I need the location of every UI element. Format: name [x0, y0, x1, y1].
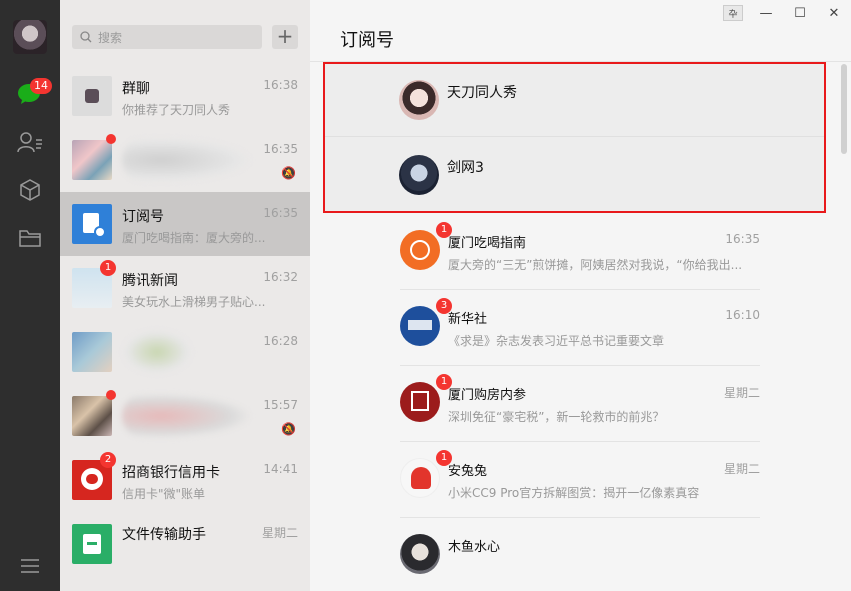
chat-time: 16:28 — [263, 334, 298, 348]
account-avatar — [400, 534, 440, 574]
pin-icon[interactable]: 卆 — [723, 5, 743, 21]
chat-time: 16:38 — [263, 78, 298, 92]
contacts-icon[interactable] — [16, 128, 44, 156]
chat-item-file-transfer[interactable]: 文件传输助手 星期二 — [60, 512, 310, 576]
account-preview: 深圳免征“豪宅税”，新一轮救市的前兆？ — [448, 410, 665, 424]
apps-cube-icon[interactable] — [16, 176, 44, 204]
search-input[interactable]: 搜索 — [72, 25, 262, 49]
chat-item[interactable]: 群聊 16:38 你推荐了天刀同人秀 — [60, 64, 310, 128]
account-time: 星期二 — [723, 386, 760, 400]
chat-item[interactable]: 1 腾讯新闻 16:32 美女玩水上滑梯男子贴心... — [60, 256, 310, 320]
search-icon — [80, 31, 92, 43]
maximize-button[interactable]: ☐ — [783, 0, 817, 26]
group-avatar — [72, 140, 112, 180]
group-avatar — [72, 396, 112, 436]
chat-preview: 信用卡"微"账单 — [122, 487, 206, 501]
account-time: 星期二 — [723, 462, 760, 476]
account-preview: 厦大旁的“三无”煎饼摊，阿姨居然对我说，“你给我出... — [448, 258, 743, 272]
chat-time: 星期二 — [261, 526, 298, 540]
mute-bell-icon: 🔕 — [281, 422, 296, 436]
contact-avatar — [72, 332, 112, 372]
unread-badge: 14 — [30, 78, 52, 94]
chat-preview: 厦门吃喝指南：厦大旁的... — [122, 231, 266, 245]
account-name: 木鱼水心 — [448, 540, 501, 555]
account-time: 16:35 — [725, 232, 760, 246]
nav-rail: 14 — [0, 0, 60, 591]
folder-icon[interactable] — [16, 224, 44, 252]
account-avatar — [400, 458, 440, 498]
account-preview: 《求是》杂志发表习近平总书记重要文章 — [448, 334, 665, 348]
blurred-content — [122, 138, 252, 182]
group-avatar — [72, 76, 112, 116]
account-preview: 小米CC9 Pro官方拆解图赏：揭开一亿像素真容 — [448, 486, 700, 500]
chat-item[interactable]: 16:35 🔕 — [60, 128, 310, 192]
account-item[interactable]: 1 厦门购房内参 星期二 深圳免征“豪宅税”，新一轮救市的前兆？ — [400, 366, 760, 442]
chat-time: 16:35 — [263, 206, 298, 220]
account-avatar — [400, 382, 440, 422]
account-avatar — [400, 230, 440, 270]
close-button[interactable]: ✕ — [817, 0, 851, 26]
account-name: 新华社 — [448, 312, 488, 327]
window-controls: 卆 — ☐ ✕ — [723, 0, 851, 26]
chat-name: 招商银行信用卡 — [122, 465, 220, 481]
highlight-box — [323, 62, 826, 213]
user-avatar[interactable] — [13, 20, 47, 54]
scrollbar[interactable] — [841, 64, 847, 154]
account-item[interactable]: 木鱼水心 — [400, 518, 760, 591]
subscription-icon — [72, 204, 112, 244]
unread-dot — [106, 390, 116, 400]
chat-time: 14:41 — [263, 462, 298, 476]
chat-name: 订阅号 — [122, 209, 164, 225]
minimize-button[interactable]: — — [749, 0, 783, 26]
blurred-content — [122, 394, 252, 438]
unread-count: 2 — [100, 452, 116, 468]
mute-bell-icon: 🔕 — [281, 166, 296, 180]
menu-icon[interactable] — [16, 552, 44, 580]
account-item[interactable]: 1 安兔兔 星期二 小米CC9 Pro官方拆解图赏：揭开一亿像素真容 — [400, 442, 760, 518]
chat-preview: 美女玩水上滑梯男子贴心... — [122, 295, 266, 309]
account-avatar — [400, 306, 440, 346]
file-transfer-icon — [72, 524, 112, 564]
chat-item[interactable]: 2 招商银行信用卡 14:41 信用卡"微"账单 — [60, 448, 310, 512]
account-time: 16:10 — [725, 308, 760, 322]
chat-time: 16:35 — [263, 142, 298, 156]
account-name: 厦门吃喝指南 — [448, 236, 527, 251]
chat-item[interactable]: 15:57 🔕 — [60, 384, 310, 448]
blurred-content — [122, 330, 192, 374]
chat-name: 群聊 — [122, 81, 150, 97]
chat-name: 文件传输助手 — [122, 527, 206, 543]
page-title: 订阅号 — [340, 30, 394, 51]
account-item[interactable]: 1 厦门吃喝指南 16:35 厦大旁的“三无”煎饼摊，阿姨居然对我说，“你给我出… — [400, 214, 760, 290]
subscriptions-pane: 订阅号 卆 — ☐ ✕ 天刀同人秀 剑网3 1 厦门吃喝指南 16:35 厦大旁… — [310, 0, 851, 591]
account-name: 安兔兔 — [448, 464, 488, 479]
unread-dot — [106, 134, 116, 144]
chat-list-panel: 搜索 + 群聊 16:38 你推荐了天刀同人秀 16:35 🔕 订阅号 16:3… — [60, 0, 310, 591]
chat-preview: 你推荐了天刀同人秀 — [122, 103, 231, 117]
chat-name: 腾讯新闻 — [122, 273, 178, 289]
add-chat-button[interactable]: + — [272, 25, 298, 49]
chat-item-subscriptions[interactable]: 订阅号 16:35 厦门吃喝指南：厦大旁的... — [60, 192, 310, 256]
account-item[interactable]: 3 新华社 16:10 《求是》杂志发表习近平总书记重要文章 — [400, 290, 760, 366]
chat-time: 16:32 — [263, 270, 298, 284]
chat-item[interactable]: 16:28 — [60, 320, 310, 384]
search-placeholder: 搜索 — [98, 30, 123, 45]
unread-count: 1 — [100, 260, 116, 276]
account-name: 厦门购房内参 — [448, 388, 527, 403]
chat-time: 15:57 — [263, 398, 298, 412]
